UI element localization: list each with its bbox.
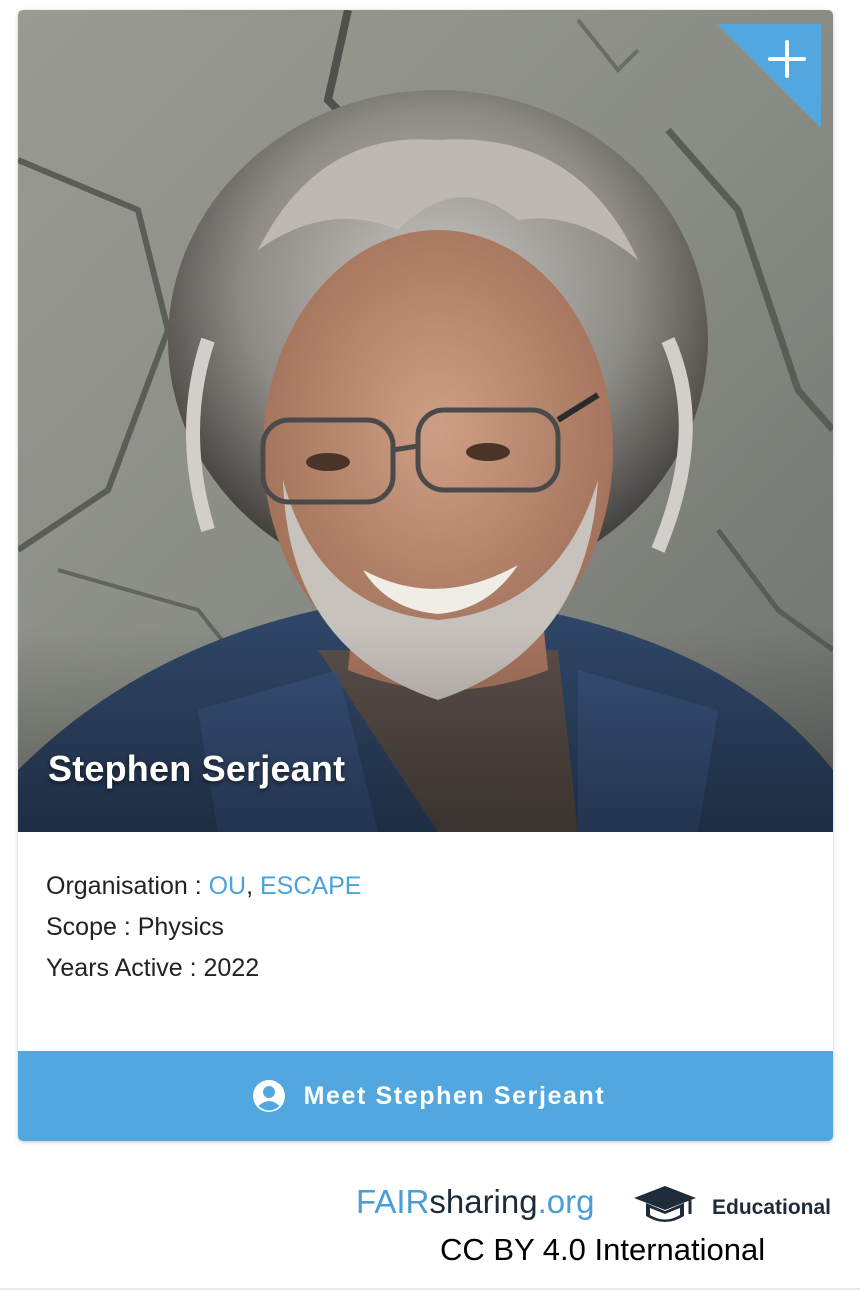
license-text: CC BY 4.0 International: [440, 1232, 766, 1267]
scope-value: Physics: [137, 913, 224, 941]
profile-name: Stephen Serjeant: [48, 748, 346, 789]
divider: [0, 1288, 860, 1290]
brand-fair: FAIR: [356, 1183, 430, 1220]
badge-label: Educational: [712, 1196, 832, 1219]
organisation-link-ou[interactable]: OU: [209, 872, 247, 900]
footer: FAIRsharing.org Educational CC BY 4.0 In…: [356, 1180, 856, 1280]
profile-details: Organisation : OU, ESCAPE Scope : Physic…: [46, 866, 361, 989]
years-active-value: 2022: [203, 954, 260, 982]
page: Stephen Serjeant Organisation : OU, ESCA…: [0, 0, 860, 1292]
organisation-separator: ,: [246, 872, 254, 900]
profile-card: Stephen Serjeant Organisation : OU, ESCA…: [18, 10, 833, 1141]
years-active-row: Years Active : 2022: [46, 948, 361, 989]
fairsharing-logo[interactable]: FAIRsharing.org: [356, 1180, 594, 1224]
graduation-cap-icon: [634, 1186, 696, 1222]
scope-row: Scope : Physics: [46, 907, 361, 948]
meet-button[interactable]: Meet Stephen Serjeant: [18, 1051, 833, 1141]
user-circle-icon: [252, 1080, 285, 1112]
meet-button-label: Meet Stephen Serjeant: [303, 1081, 606, 1110]
organisation-row: Organisation : OU, ESCAPE: [46, 866, 361, 907]
organisation-label: Organisation :: [46, 872, 202, 900]
organisation-link-escape[interactable]: ESCAPE: [260, 872, 361, 900]
add-corner-button[interactable]: [717, 24, 821, 128]
years-active-label: Years Active :: [46, 954, 197, 982]
scope-label: Scope :: [46, 913, 131, 941]
brand-sharing: sharing: [429, 1183, 538, 1220]
profile-photo: [18, 10, 833, 832]
brand-org: .org: [537, 1183, 595, 1220]
corner-triangle: [717, 24, 821, 128]
